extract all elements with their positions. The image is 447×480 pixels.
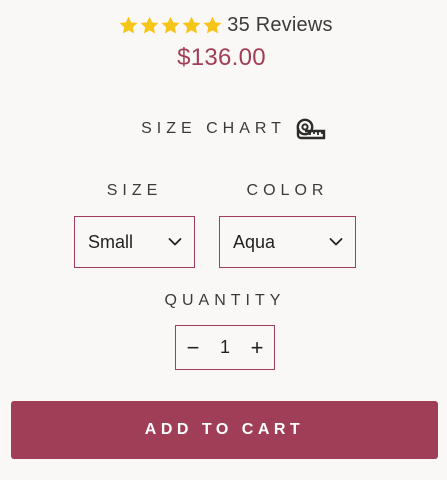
size-option-label: SIZE	[106, 182, 163, 199]
measuring-tape-icon	[296, 118, 326, 140]
quantity-input[interactable]: 1	[211, 337, 239, 358]
star-icon	[181, 15, 202, 36]
star-rating	[118, 15, 223, 36]
quantity-stepper: − 1 +	[175, 325, 275, 370]
add-to-cart-button[interactable]: ADD TO CART	[11, 401, 438, 459]
decrement-button[interactable]: −	[176, 326, 210, 369]
review-count-link[interactable]: 35 Reviews	[227, 14, 332, 37]
chevron-down-icon	[168, 237, 182, 247]
star-icon	[202, 15, 223, 36]
star-icon	[139, 15, 160, 36]
size-selected-value: Small	[88, 231, 134, 252]
color-option-label: COLOR	[246, 182, 329, 199]
star-icon	[118, 15, 139, 36]
increment-button[interactable]: +	[240, 326, 274, 369]
size-chart-label: SIZE CHART	[141, 120, 286, 137]
product-rating[interactable]: 35 Reviews	[0, 11, 447, 39]
size-select[interactable]: Small	[74, 216, 195, 268]
size-chart-link[interactable]: SIZE CHART	[0, 116, 447, 142]
star-icon	[160, 15, 181, 36]
product-price: $136.00	[177, 44, 266, 71]
color-selected-value: Aqua	[233, 231, 276, 252]
chevron-down-icon	[329, 237, 343, 247]
color-select[interactable]: Aqua	[219, 216, 356, 268]
quantity-label: QUANTITY	[164, 292, 286, 309]
add-to-cart-label: ADD TO CART	[144, 421, 305, 438]
